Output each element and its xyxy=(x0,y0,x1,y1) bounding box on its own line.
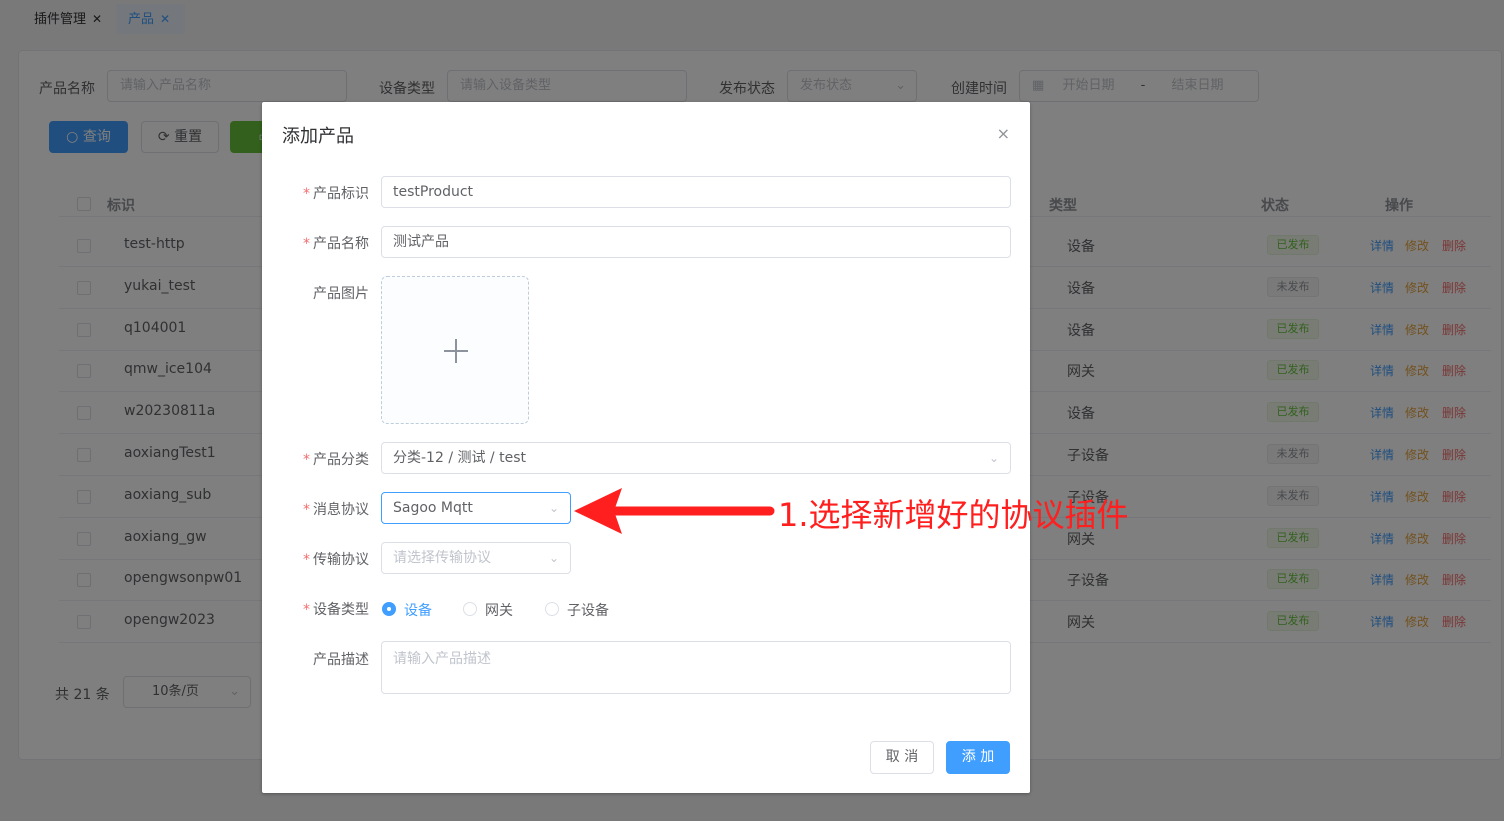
transport-protocol-label: * 传输协议 xyxy=(303,549,369,569)
radio-label: 设备 xyxy=(404,603,432,619)
required-mark: * xyxy=(303,186,310,202)
annotation-arrow-icon xyxy=(574,488,775,534)
cancel-button[interactable]: 取 消 xyxy=(870,741,934,774)
device-type-label-text: 设备类型 xyxy=(313,602,369,618)
image-upload[interactable] xyxy=(381,276,529,424)
description-textarea[interactable]: 请输入产品描述 xyxy=(381,641,1011,694)
submit-button[interactable]: 添 加 xyxy=(946,741,1010,774)
dialog-title: 添加产品 xyxy=(282,126,354,147)
radio-dot xyxy=(545,602,559,616)
message-protocol-value: Sagoo Mqtt xyxy=(393,500,473,516)
radio-dot xyxy=(463,602,477,616)
device-type-label: * 设备类型 xyxy=(303,599,369,619)
product-name-label-text: 产品名称 xyxy=(313,236,369,252)
product-image-label: 产品图片 xyxy=(313,286,369,302)
required-mark: * xyxy=(303,452,310,468)
plus-icon xyxy=(442,337,470,365)
transport-protocol-placeholder: 请选择传输协议 xyxy=(393,550,491,566)
product-key-label-text: 产品标识 xyxy=(313,186,369,202)
radio-dot xyxy=(382,602,396,616)
chevron-down-icon: ⌄ xyxy=(988,451,999,465)
description-label: 产品描述 xyxy=(313,652,369,668)
radio-label: 子设备 xyxy=(567,603,609,619)
category-label-text: 产品分类 xyxy=(313,452,369,468)
message-protocol-label: * 消息协议 xyxy=(303,499,369,519)
required-mark: * xyxy=(303,502,310,518)
category-value: 分类-12 / 测试 / test xyxy=(393,450,526,466)
transport-protocol-select[interactable]: 请选择传输协议 ⌄ xyxy=(381,542,571,574)
annotation-text: 1.选择新增好的协议插件 xyxy=(778,496,1129,534)
close-icon[interactable]: × xyxy=(997,124,1010,143)
chevron-down-icon: ⌄ xyxy=(548,551,559,565)
category-label: * 产品分类 xyxy=(303,449,369,469)
message-protocol-select[interactable]: Sagoo Mqtt ⌄ xyxy=(381,492,571,524)
product-key-label: * 产品标识 xyxy=(303,183,369,203)
transport-protocol-label-text: 传输协议 xyxy=(313,552,369,568)
required-mark: * xyxy=(303,552,310,568)
required-mark: * xyxy=(303,602,310,618)
chevron-down-icon: ⌄ xyxy=(548,501,559,515)
required-mark: * xyxy=(303,236,310,252)
product-key-input[interactable]: testProduct xyxy=(381,176,1011,208)
radio-label: 网关 xyxy=(485,603,513,619)
category-cascader[interactable]: 分类-12 / 测试 / test ⌄ xyxy=(381,442,1011,474)
add-product-dialog: 添加产品 × * 产品标识 testProduct * 产品名称 测试产品 产品图片… xyxy=(262,102,1030,793)
product-name-label: * 产品名称 xyxy=(303,233,369,253)
product-name-input[interactable]: 测试产品 xyxy=(381,226,1011,258)
message-protocol-label-text: 消息协议 xyxy=(313,502,369,518)
